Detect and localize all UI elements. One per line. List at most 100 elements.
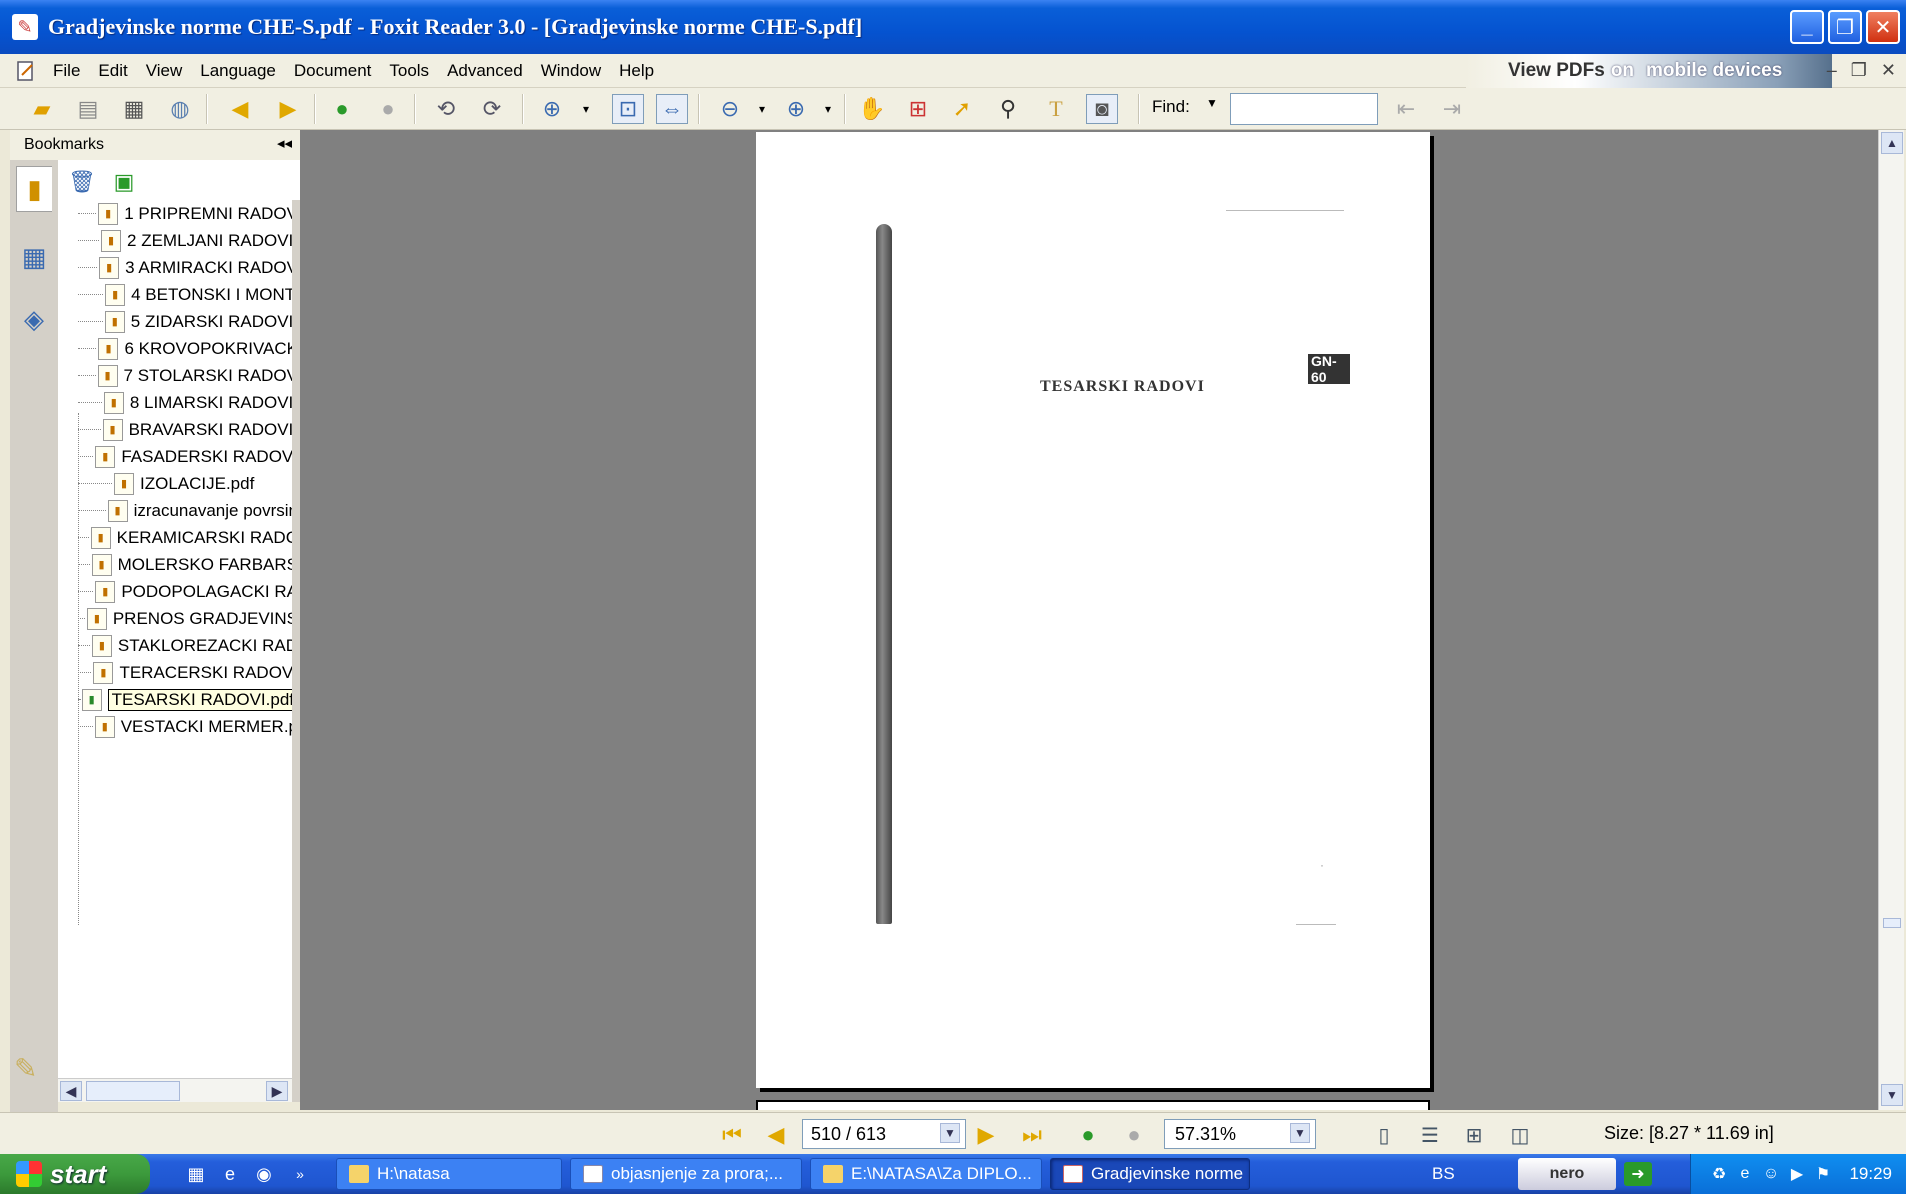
zoom-tool-dropdown-icon[interactable]: ▾ — [570, 94, 602, 124]
foxit-app-icon[interactable]: ✎ — [12, 14, 38, 40]
collapse-panel-icon[interactable]: ◂◂ — [277, 134, 292, 152]
page-dropdown-icon[interactable]: ▼ — [940, 1123, 960, 1143]
tray-messenger-icon[interactable]: ☺ — [1761, 1164, 1781, 1184]
continuous-view-icon[interactable]: ☰ — [1416, 1121, 1444, 1149]
select-arrow-icon[interactable]: ➚ — [946, 94, 978, 124]
taskbar-button-foxit-reader[interactable]: Gradjevinske norme ... — [1050, 1158, 1250, 1190]
bookmark-item[interactable]: ▮ MOLERSKO FARBARS — [58, 551, 292, 578]
find-input[interactable] — [1230, 93, 1378, 125]
go-forward-icon[interactable]: ● — [372, 94, 404, 124]
bookmark-item[interactable]: ▮ KERAMICARSKI RADC — [58, 524, 292, 551]
show-desktop-icon[interactable]: ▦ — [184, 1162, 208, 1186]
menu-tools[interactable]: Tools — [380, 61, 438, 81]
page-thumbnails-tab-icon[interactable]: ▦ — [16, 234, 52, 280]
doc-close-button[interactable]: ✕ — [1881, 60, 1896, 81]
bookmark-item[interactable]: ▮ PRENOS GRADJEVINS — [58, 605, 292, 632]
bookmark-item[interactable]: ▮ 7 STOLARSKI RADOV — [58, 362, 292, 389]
scrollbar-thumb[interactable] — [86, 1081, 180, 1101]
doc-restore-button[interactable]: ❐ — [1851, 60, 1867, 81]
fit-page-icon[interactable]: ⊡ — [612, 94, 644, 124]
add-bookmark-icon[interactable]: ▣ — [110, 168, 138, 196]
close-button[interactable]: ✕ — [1866, 10, 1900, 44]
email-globe-icon[interactable]: ◍ — [164, 94, 196, 124]
search-binoculars-icon[interactable]: ⚲ — [992, 94, 1024, 124]
tray-network-icon[interactable]: ♻ — [1709, 1164, 1729, 1184]
next-view-icon[interactable]: ● — [1120, 1121, 1148, 1149]
bookmark-item[interactable]: ▮ 3 ARMIRACKI RADOV — [58, 254, 292, 281]
panel-splitter[interactable] — [292, 200, 300, 1102]
find-options-dropdown-icon[interactable]: ▼ — [1206, 96, 1218, 110]
bookmark-item[interactable]: ▮ 2 ZEMLJANI RADOVI. — [58, 227, 292, 254]
find-next-icon[interactable]: ⇥ — [1436, 94, 1468, 124]
bookmark-item[interactable]: ▮ 5 ZIDARSKI RADOVI. — [58, 308, 292, 335]
facing-view-icon[interactable]: ◫ — [1506, 1121, 1534, 1149]
input-language-indicator[interactable]: BS — [1432, 1164, 1455, 1184]
open-folder-icon[interactable]: ▰ — [26, 94, 58, 124]
go-back-icon[interactable]: ● — [326, 94, 358, 124]
fit-width-icon[interactable]: ⇔ — [656, 94, 688, 124]
menu-language[interactable]: Language — [191, 61, 285, 81]
bookmarks-tab-icon[interactable]: ▮ — [16, 166, 52, 212]
taskbar-button-natasa-folder[interactable]: H:\natasa — [336, 1158, 562, 1190]
zoom-in-tool-icon[interactable]: ⊕ — [536, 94, 568, 124]
menu-window[interactable]: Window — [532, 61, 610, 81]
layers-tab-icon[interactable]: ◈ — [16, 296, 52, 342]
bookmark-item[interactable]: ▮ 6 KROVOPOKRIVACK — [58, 335, 292, 362]
zoom-in-dropdown-icon[interactable]: ▾ — [812, 94, 844, 124]
scrollbar-thumb[interactable] — [1883, 918, 1901, 928]
bookmark-item[interactable]: ▮ IZOLACIJE.pdf — [58, 470, 292, 497]
bookmark-item[interactable]: ▮ STAKLOREZACKI RAD — [58, 632, 292, 659]
nero-search-go-icon[interactable]: ➜ — [1624, 1162, 1652, 1186]
mobile-promo-banner[interactable]: View PDFs on mobile devices — [1466, 54, 1832, 88]
menu-view[interactable]: View — [137, 61, 192, 81]
internet-explorer-icon[interactable]: e — [218, 1162, 242, 1186]
messenger-icon[interactable]: ◉ — [252, 1162, 276, 1186]
bookmark-item-selected[interactable]: ▮ TESARSKI RADOVI.pdf — [58, 686, 292, 713]
menu-advanced[interactable]: Advanced — [438, 61, 532, 81]
zoom-out-dropdown-icon[interactable]: ▾ — [746, 94, 778, 124]
bookmark-item[interactable]: ▮ izracunavanje povrsin — [58, 497, 292, 524]
save-icon[interactable]: ▤ — [72, 94, 104, 124]
menu-file[interactable]: File — [44, 61, 89, 81]
snapshot-camera-icon[interactable]: ◙ — [1086, 94, 1118, 124]
menu-document[interactable]: Document — [285, 61, 380, 81]
last-page-icon[interactable]: ⏭ — [1018, 1121, 1046, 1149]
attachments-paperclip-icon[interactable]: ✎ — [14, 1052, 37, 1085]
bookmark-item[interactable]: ▮ 4 BETONSKI I MONT. — [58, 281, 292, 308]
select-text-icon[interactable]: ⊞ — [902, 94, 934, 124]
minimize-button[interactable]: _ — [1790, 10, 1824, 44]
bookmark-item[interactable]: ▮ PODOPOLAGACKI RA — [58, 578, 292, 605]
bookmark-item[interactable]: ▮ BRAVARSKI RADOVI. — [58, 416, 292, 443]
doc-minimize-button[interactable]: – — [1827, 60, 1837, 81]
next-page-icon[interactable]: ▶ — [272, 94, 304, 124]
previous-page-icon[interactable]: ◀ — [224, 94, 256, 124]
menu-help[interactable]: Help — [610, 61, 663, 81]
document-view[interactable]: GN-60 TESARSKI RADOVI · — [300, 130, 1878, 1110]
nero-search-toolbar[interactable]: nero — [1518, 1158, 1616, 1190]
rotate-right-icon[interactable]: ⟳ — [476, 94, 508, 124]
menu-edit[interactable]: Edit — [89, 61, 136, 81]
scroll-down-icon[interactable]: ▼ — [1881, 1084, 1903, 1106]
print-icon[interactable]: ▦ — [118, 94, 150, 124]
restore-button[interactable]: ❐ — [1828, 10, 1862, 44]
scroll-left-icon[interactable]: ◀ — [60, 1081, 82, 1101]
bookmark-item[interactable]: ▮ TERACERSKI RADOVI — [58, 659, 292, 686]
taskbar-button-word-document[interactable]: objasnjenje za prora;... — [570, 1158, 802, 1190]
document-vertical-scrollbar[interactable]: ▲ ▼ — [1878, 130, 1904, 1110]
typewriter-icon[interactable]: T — [1040, 94, 1072, 124]
single-page-view-icon[interactable]: ▯ — [1370, 1121, 1398, 1149]
tray-media-play-icon[interactable]: ▶ — [1787, 1164, 1807, 1184]
document-menu-icon[interactable] — [14, 59, 38, 83]
start-button[interactable]: start — [0, 1154, 150, 1194]
zoom-in-icon[interactable]: ⊕ — [780, 94, 812, 124]
bookmark-item[interactable]: ▮ FASADERSKI RADOVI — [58, 443, 292, 470]
previous-page-button-icon[interactable]: ◀ — [762, 1121, 790, 1149]
zoom-out-icon[interactable]: ⊖ — [714, 94, 746, 124]
tray-windows-icon[interactable]: ⚑ — [1813, 1164, 1833, 1184]
quicklaunch-overflow-icon[interactable]: » — [288, 1162, 312, 1186]
previous-view-icon[interactable]: ● — [1074, 1121, 1102, 1149]
next-page-button-icon[interactable]: ▶ — [972, 1121, 1000, 1149]
delete-bookmark-icon[interactable]: 🗑 — [68, 168, 96, 196]
zoom-dropdown-icon[interactable]: ▼ — [1290, 1123, 1310, 1143]
bookmark-item[interactable]: ▮ 1 PRIPREMNI RADOV — [58, 200, 292, 227]
